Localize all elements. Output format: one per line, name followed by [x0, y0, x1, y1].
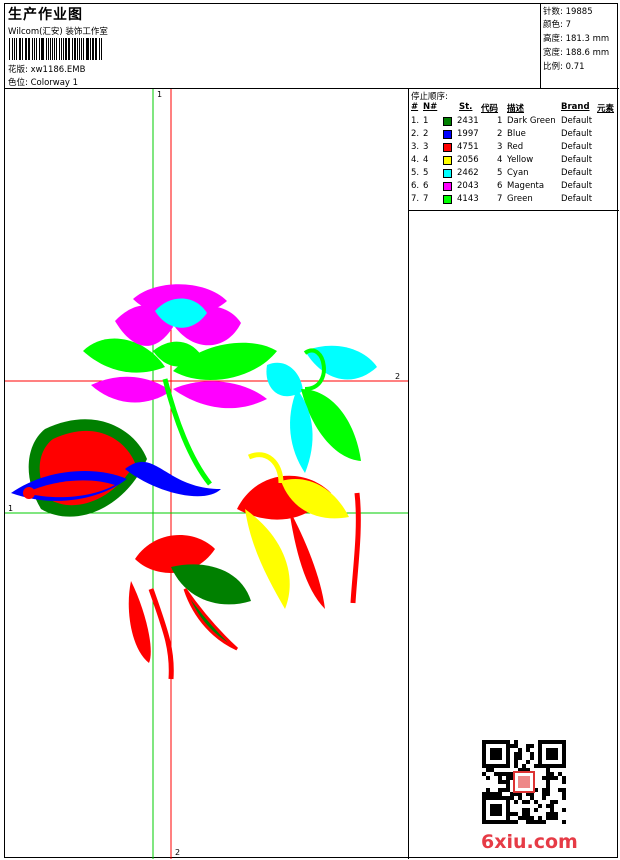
row-stitches: 1997 [457, 129, 479, 139]
stop-sequence-title: 停止顺序: [411, 92, 448, 102]
row-stitches: 2431 [457, 116, 479, 126]
table-row: 6. 6 2043 6 Magenta Default [409, 181, 619, 194]
row-code: 2 [497, 129, 503, 139]
lower-right-flower [237, 452, 361, 609]
row-code: 7 [497, 194, 503, 204]
row-brand: Default [561, 142, 593, 152]
table-row: 2. 2 1997 2 Blue Default [409, 129, 619, 142]
row-stitches: 4751 [457, 142, 479, 152]
barcode [9, 38, 103, 60]
row-brand: Default [561, 155, 593, 165]
company-name: Wilcom(汇安) 装饰工作室 [8, 27, 108, 37]
left-fish-flower [11, 419, 221, 517]
colorway-value: Colorway 1 [30, 78, 79, 88]
production-worksheet: 生产作业图 Wilcom(汇安) 装饰工作室 花版: xw1186.EMB 色位… [4, 3, 619, 859]
embroidery-design: 1 2 2 1 [5, 89, 408, 859]
row-num: 2. [411, 129, 420, 139]
row-desc: Green [507, 194, 533, 204]
stat-scale: 比例: 0.71 [543, 62, 585, 72]
col-header-n: N# [423, 102, 438, 112]
table-row: 1. 1 2431 1 Dark Green Default [409, 116, 619, 129]
table-row: 7. 7 4143 7 Green Default [409, 194, 619, 207]
row-n: 1 [423, 116, 429, 126]
row-code: 3 [497, 142, 503, 152]
header-info: 生产作业图 Wilcom(汇安) 装饰工作室 花版: xw1186.EMB 色位… [7, 4, 537, 89]
lower-left-flower [128, 535, 251, 680]
row-code: 5 [497, 168, 503, 178]
color-swatch [443, 143, 452, 152]
table-row: 4. 4 2056 4 Yellow Default [409, 155, 619, 168]
row-desc: Red [507, 142, 524, 152]
design-value: xw1186.EMB [30, 65, 86, 75]
row-brand: Default [561, 181, 593, 191]
worksheet-header: 生产作业图 Wilcom(汇安) 装饰工作室 花版: xw1186.EMB 色位… [5, 4, 619, 89]
colorway: 色位: Colorway 1 [8, 76, 78, 88]
color-swatch [443, 195, 452, 204]
row-desc: Magenta [507, 181, 545, 191]
row-stitches: 2043 [457, 181, 479, 191]
stat-height: 高度: 181.3 mm [543, 34, 610, 44]
row-num: 7. [411, 194, 420, 204]
row-n: 5 [423, 168, 429, 178]
row-num: 5. [411, 168, 420, 178]
row-code: 6 [497, 181, 503, 191]
right-cyan-flower [266, 345, 377, 473]
page-title: 生产作业图 [8, 7, 83, 23]
design-stats: 针数: 19885 颜色: 7 高度: 181.3 mm 宽度: 188.6 m… [540, 4, 619, 89]
color-swatch [443, 169, 452, 178]
design-label: 花版: [8, 65, 28, 75]
table-row: 3. 3 4751 3 Red Default [409, 142, 619, 155]
col-header-brand: Brand [561, 102, 590, 112]
row-stitches: 4143 [457, 194, 479, 204]
row-num: 3. [411, 142, 420, 152]
guide-label-green-left: 1 [8, 504, 13, 513]
row-desc: Dark Green [507, 116, 556, 126]
guide-label-red-bottom: 2 [175, 848, 180, 857]
color-swatch [443, 117, 452, 126]
row-brand: Default [561, 168, 593, 178]
row-brand: Default [561, 194, 593, 204]
row-n: 7 [423, 194, 429, 204]
row-brand: Default [561, 116, 593, 126]
row-stitches: 2462 [457, 168, 479, 178]
guide-label-green-top: 1 [157, 90, 162, 99]
design-file: 花版: xw1186.EMB [8, 63, 85, 75]
col-header-stitches: St. [459, 102, 473, 112]
row-n: 2 [423, 129, 429, 139]
qr-code [482, 740, 566, 824]
stat-colors: 颜色: 7 [543, 20, 571, 30]
row-num: 1. [411, 116, 420, 126]
row-stitches: 2056 [457, 155, 479, 165]
col-header-num: # [411, 102, 419, 112]
row-code: 1 [497, 116, 503, 126]
colorway-label: 色位: [8, 78, 28, 88]
row-n: 6 [423, 181, 429, 191]
design-canvas: 1 2 2 1 [5, 89, 409, 859]
stat-width: 宽度: 188.6 mm [543, 48, 610, 58]
stop-sequence-table: 停止顺序: # N# St. 代码 描述 Brand 元素 1. 1 2431 1 Da… [409, 89, 619, 211]
row-desc: Blue [507, 129, 526, 139]
row-desc: Cyan [507, 168, 529, 178]
row-num: 4. [411, 155, 420, 165]
col-header-elements: 元素 [597, 104, 615, 114]
col-header-code: 代码 [481, 104, 499, 114]
watermark-site: 6xiu.com [481, 831, 578, 853]
row-n: 4 [423, 155, 429, 165]
row-desc: Yellow [507, 155, 534, 165]
row-n: 3 [423, 142, 429, 152]
table-row: 5. 5 2462 5 Cyan Default [409, 168, 619, 181]
color-swatch [443, 182, 452, 191]
color-swatch [443, 130, 452, 139]
stat-stitches: 针数: 19885 [543, 7, 593, 17]
col-header-desc: 描述 [507, 104, 525, 114]
color-swatch [443, 156, 452, 165]
row-num: 6. [411, 181, 420, 191]
row-code: 4 [497, 155, 503, 165]
row-brand: Default [561, 129, 593, 139]
guide-label-red-right: 2 [395, 372, 400, 381]
